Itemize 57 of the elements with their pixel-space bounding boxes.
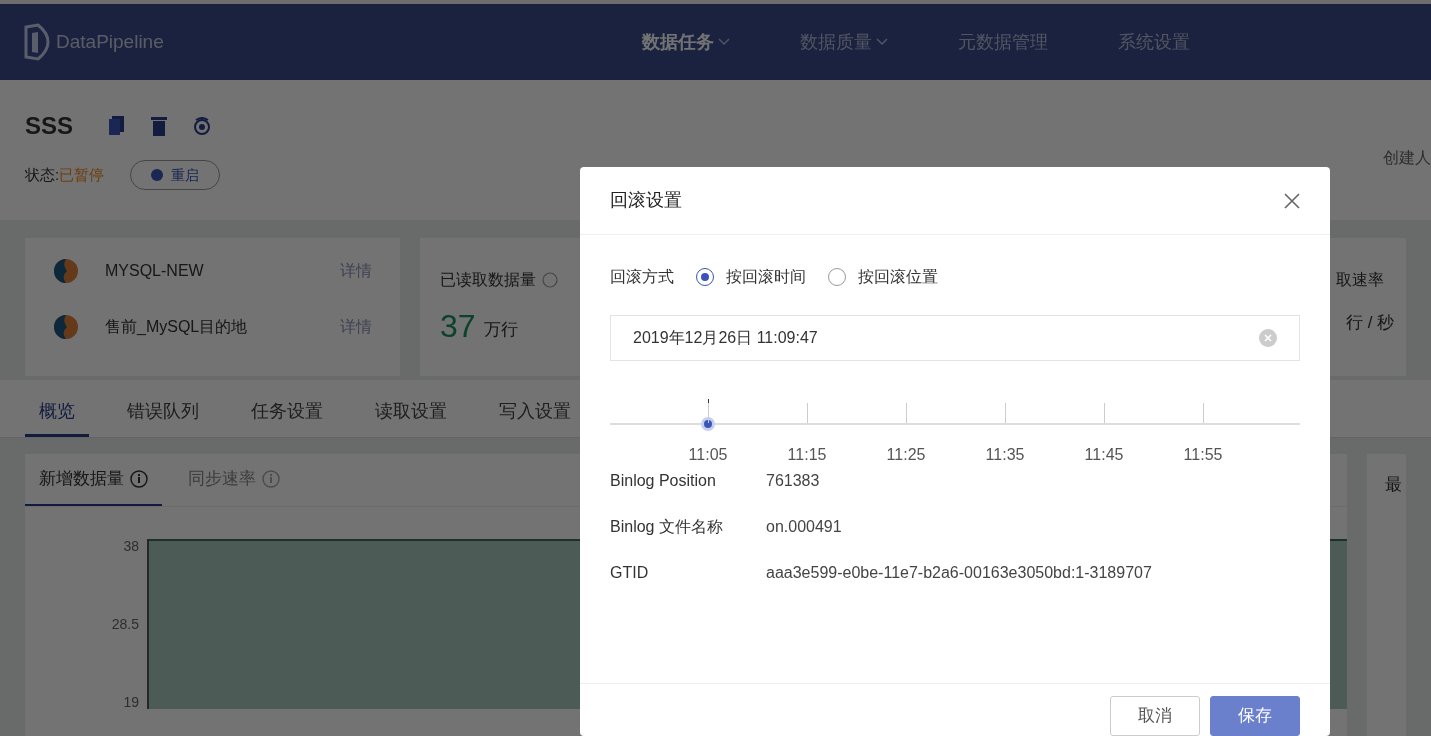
info-value: on.000491 (766, 517, 842, 537)
delete-icon[interactable] (151, 116, 168, 136)
cancel-button[interactable]: 取消 (1110, 696, 1200, 736)
radio-option[interactable]: 按回滚位置 (828, 265, 938, 289)
info-label: Binlog 文件名称 (610, 517, 724, 537)
info-value: aaa3e599-e0be-11e7-b2a6-00163e3050bd:1-3189707 (766, 563, 1152, 583)
nav-item[interactable]: 元数据管理 (957, 28, 1048, 56)
stat-label: 取速率 (1336, 270, 1384, 290)
timeline-tick-label: 11:15 (787, 445, 827, 465)
info-icon (130, 470, 148, 488)
stat-value: 37 (440, 310, 476, 342)
timeline-tick-label: 11:45 (1084, 445, 1124, 465)
info-label: GTID (610, 563, 650, 583)
status-text: 已暂停 (59, 164, 105, 185)
source-name: 售前_MySQL目的地 (105, 317, 249, 337)
close-icon[interactable] (1284, 192, 1300, 209)
tab[interactable]: 任务设置 (237, 389, 337, 437)
field-label: 回滚方式 (610, 267, 674, 287)
save-button[interactable]: 保存 (1210, 696, 1300, 736)
timeline-tick-label: 11:35 (985, 445, 1025, 465)
tab[interactable]: 写入设置 (485, 389, 585, 437)
nav-item[interactable]: 数据质量 (799, 28, 888, 56)
info-icon (262, 470, 280, 488)
radio-option[interactable]: 按回滚时间 (696, 265, 806, 289)
datetime-field[interactable]: 2019年12月26日 11:09:47 (610, 315, 1300, 361)
creator-label: 创建人 (1383, 148, 1431, 168)
slider-thumb[interactable] (700, 417, 715, 431)
stat-unit: 行 / 秒 (1346, 312, 1395, 334)
tab[interactable]: 读取设置 (361, 389, 461, 437)
timeline-tick-label: 11:05 (688, 445, 728, 465)
tab[interactable]: 概览 (25, 389, 89, 437)
stat-unit: 万行 (483, 318, 518, 341)
database-icon (53, 258, 79, 284)
info-label: Binlog Position (610, 471, 717, 491)
status-label: 状态: (25, 164, 60, 185)
nav-item[interactable]: 系统设置 (1117, 28, 1190, 56)
panel-title: 最 (1385, 475, 1402, 494)
task-name: SSS (25, 111, 74, 141)
tab[interactable]: 错误队列 (113, 389, 213, 437)
info-value: 761383 (766, 471, 820, 491)
stat-label: 已读取数据量 (440, 270, 536, 290)
info-icon (542, 272, 558, 288)
timeline-tick-label: 11:55 (1183, 445, 1223, 465)
nav-item[interactable]: 数据任务 (641, 28, 730, 56)
axis-tick-label: 19 (123, 695, 139, 709)
axis-tick-label: 38 (123, 539, 139, 553)
axis-tick-label: 28.5 (111, 617, 139, 631)
timeline-tick-label: 11:25 (886, 445, 926, 465)
dialog-title: 回滚设置 (610, 189, 682, 212)
database-icon (53, 314, 79, 340)
copy-icon[interactable] (109, 116, 126, 136)
eye-icon[interactable] (193, 117, 212, 135)
logo-icon (24, 23, 50, 61)
chart-tab[interactable]: 新增数据量 (25, 454, 162, 506)
restart-icon (151, 169, 164, 181)
logo-text: DataPipeline (56, 29, 164, 54)
source-name: MYSQL-NEW (105, 261, 205, 281)
